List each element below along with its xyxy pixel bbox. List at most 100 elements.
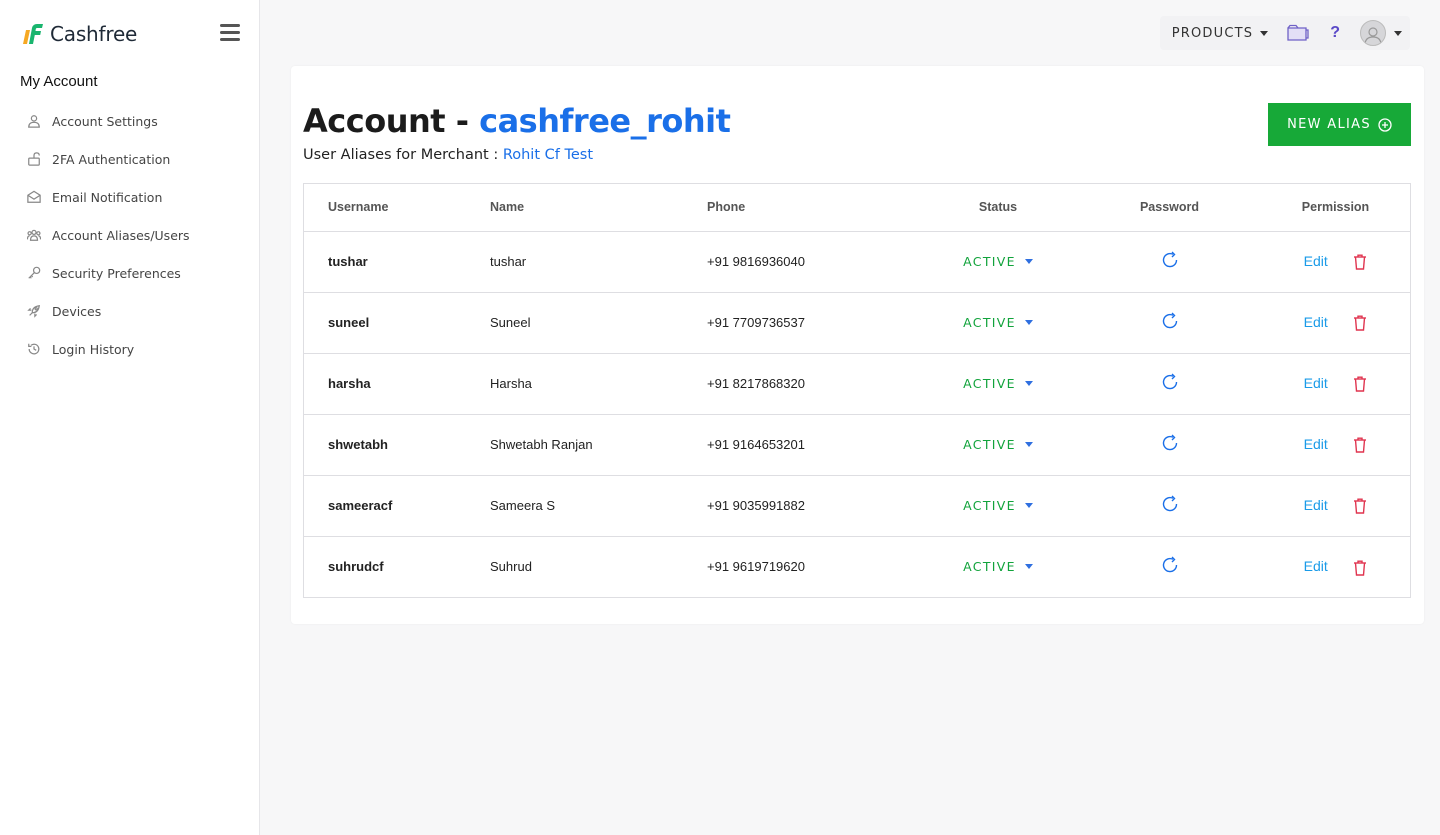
cell-phone: +91 9816936040 (707, 231, 918, 293)
menu-toggle-icon[interactable] (220, 24, 240, 42)
table-row: sameeracf Sameera S +91 9035991882 ACTIV… (304, 475, 1410, 537)
products-dropdown[interactable]: PRODUCTS (1172, 26, 1269, 41)
sidebar: Cashfree My Account Account Settings 2FA… (0, 0, 260, 835)
avatar[interactable] (1360, 20, 1386, 46)
sidebar-item-devices[interactable]: Devices (20, 292, 250, 330)
cell-name: Shwetabh Ranjan (490, 414, 707, 476)
trash-icon[interactable] (1353, 376, 1367, 392)
cell-status: ACTIVE (918, 475, 1078, 537)
cell-phone: +91 9164653201 (707, 414, 918, 476)
sidebar-item-label: Account Aliases/Users (52, 227, 190, 243)
new-alias-button[interactable]: NEW ALIAS (1268, 103, 1411, 146)
table-row: tushar tushar +91 9816936040 ACTIVE Edit (304, 231, 1410, 293)
edit-link[interactable]: Edit (1304, 497, 1328, 513)
cell-name: Suhrud (490, 559, 532, 575)
cell-permission: Edit (1261, 414, 1410, 476)
brand[interactable]: Cashfree (20, 20, 137, 48)
reset-password-icon[interactable] (1160, 250, 1180, 270)
page-subtitle: User Aliases for Merchant : Rohit Cf Tes… (303, 147, 593, 163)
status-label: ACTIVE (963, 376, 1016, 391)
status-dropdown[interactable]: ACTIVE (963, 559, 1033, 574)
column-header-password: Password (1078, 184, 1261, 232)
cell-name: Harsha (490, 353, 707, 415)
cell-phone: +91 7709736537 (707, 292, 918, 354)
cell-password (1078, 231, 1261, 293)
trash-icon[interactable] (1353, 437, 1367, 453)
sidebar-item-email-notification[interactable]: Email Notification (20, 178, 250, 216)
cell-status: ACTIVE (918, 353, 1078, 415)
cell-username: sameeracf (304, 475, 490, 537)
reset-password-icon[interactable] (1160, 433, 1180, 453)
table-row: suhrudcf Suhrud +91 9619719620 ACTIVE Ed… (304, 536, 1410, 597)
reset-password-icon[interactable] (1160, 311, 1180, 331)
status-label: ACTIVE (963, 498, 1016, 513)
table-header-row: Username Name Phone Status Password Perm… (304, 184, 1410, 232)
edit-link[interactable]: Edit (1304, 558, 1328, 574)
status-dropdown[interactable]: ACTIVE (963, 315, 1033, 330)
folder-icon[interactable] (1286, 24, 1310, 42)
brand-name: Cashfree (50, 22, 138, 46)
cell-permission: Edit (1261, 536, 1410, 597)
sidebar-item-label: Devices (52, 303, 102, 319)
sidebar-item-label: Email Notification (52, 189, 163, 205)
cell-password (1078, 414, 1261, 476)
sidebar-item-security-preferences[interactable]: Security Preferences (20, 254, 250, 292)
status-dropdown[interactable]: ACTIVE (963, 437, 1033, 452)
sidebar-item-2fa[interactable]: 2FA Authentication (20, 140, 250, 178)
column-header-phone: Phone (707, 184, 918, 232)
cell-password (1078, 292, 1261, 354)
sidebar-item-account-aliases[interactable]: Account Aliases/Users (20, 216, 250, 254)
new-alias-label: NEW ALIAS (1287, 117, 1371, 132)
table-row: harsha Harsha +91 8217868320 ACTIVE Edit (304, 353, 1410, 415)
status-dropdown[interactable]: ACTIVE (963, 498, 1033, 513)
cell-permission: Edit (1261, 353, 1410, 415)
status-label: ACTIVE (963, 559, 1016, 575)
edit-link[interactable]: Edit (1304, 375, 1328, 391)
cashfree-logo-icon (23, 24, 43, 44)
sidebar-item-login-history[interactable]: Login History (20, 330, 250, 368)
edit-link[interactable]: Edit (1304, 253, 1328, 269)
trash-icon[interactable] (1353, 560, 1367, 576)
subtitle-prefix: User Aliases for Merchant : (303, 147, 503, 163)
cell-permission: Edit (1261, 292, 1410, 354)
top-bar: PRODUCTS ? (1159, 16, 1410, 50)
cell-status: ACTIVE (918, 414, 1078, 476)
status-label: ACTIVE (963, 315, 1016, 330)
trash-icon[interactable] (1353, 498, 1367, 514)
sidebar-item-label: Login History (52, 341, 135, 357)
cell-password (1078, 536, 1261, 597)
column-header-permission: Permission (1261, 184, 1410, 232)
page-title: Account - cashfree_rohit (303, 102, 731, 140)
reset-password-icon[interactable] (1160, 555, 1180, 575)
chevron-down-icon (1024, 442, 1033, 447)
column-header-status: Status (918, 184, 1078, 232)
cell-phone: +91 8217868320 (707, 353, 918, 415)
merchant-name: Rohit Cf Test (502, 147, 594, 163)
trash-icon[interactable] (1353, 315, 1367, 331)
reset-password-icon[interactable] (1160, 372, 1180, 392)
edit-link[interactable]: Edit (1304, 436, 1328, 452)
sidebar-item-label: 2FA Authentication (52, 151, 171, 167)
cell-permission: Edit (1261, 231, 1410, 293)
account-menu-chevron-icon[interactable] (1394, 30, 1402, 36)
sidebar-item-account-settings[interactable]: Account Settings (20, 102, 250, 140)
trash-icon[interactable] (1353, 254, 1367, 270)
status-dropdown[interactable]: ACTIVE (963, 376, 1033, 391)
edit-link[interactable]: Edit (1304, 314, 1328, 330)
chevron-down-icon (1024, 564, 1033, 570)
reset-password-icon[interactable] (1160, 494, 1180, 514)
status-label: ACTIVE (963, 437, 1016, 452)
status-dropdown[interactable]: ACTIVE (963, 254, 1033, 269)
chevron-down-icon (1024, 503, 1033, 508)
users-icon (26, 227, 42, 243)
help-icon[interactable]: ? (1330, 24, 1340, 42)
cell-username: suneel (304, 292, 490, 354)
cell-password (1078, 475, 1261, 537)
chevron-down-icon (1260, 30, 1269, 36)
table-row: shwetabh Shwetabh Ranjan +91 9164653201 … (304, 414, 1410, 476)
rocket-icon (26, 303, 42, 319)
sidebar-item-label: Account Settings (52, 113, 158, 129)
sidebar-heading: My Account (20, 73, 98, 90)
cell-status: ACTIVE (918, 231, 1078, 293)
products-label: PRODUCTS (1171, 25, 1254, 41)
